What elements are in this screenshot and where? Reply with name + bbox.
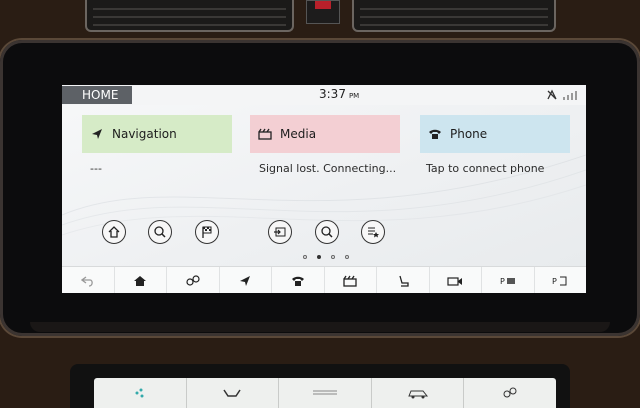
- clock: 3:37 PM: [319, 87, 359, 101]
- media-icon: [343, 275, 357, 287]
- nav-home-destination-button[interactable]: [102, 220, 126, 244]
- page-dot[interactable]: [331, 255, 335, 259]
- connect-button[interactable]: [167, 267, 220, 293]
- fan-icon[interactable]: [94, 378, 187, 408]
- parking-button[interactable]: P: [535, 267, 587, 293]
- checkered-flag-icon: [202, 226, 212, 238]
- seat-heat-icon[interactable]: [187, 378, 280, 408]
- home-button[interactable]: [115, 267, 167, 293]
- profile-icon: P: [500, 277, 515, 286]
- navigation-title: Navigation: [112, 127, 177, 141]
- vehicle-icon[interactable]: [372, 378, 465, 408]
- source-input-icon: [274, 227, 286, 237]
- media-search-button[interactable]: [315, 220, 339, 244]
- clapperboard-icon: [256, 125, 274, 143]
- clock-time: 3:37: [319, 87, 346, 101]
- hazard-button: [306, 0, 340, 24]
- page-dot[interactable]: [303, 255, 307, 259]
- back-icon: [80, 275, 93, 287]
- no-signal-icon: [547, 89, 557, 100]
- nav-search-button[interactable]: [148, 220, 172, 244]
- navigation-button[interactable]: [220, 267, 272, 293]
- phone-title: Phone: [450, 127, 488, 141]
- favorites-list-icon: [368, 227, 379, 238]
- phone-button[interactable]: [272, 267, 325, 293]
- page-dot-active[interactable]: [317, 255, 321, 259]
- page-dot[interactable]: [345, 255, 349, 259]
- signal-strength-icon: [563, 91, 577, 100]
- nav-destinations-button[interactable]: [195, 220, 219, 244]
- navigation-card[interactable]: Navigation: [82, 115, 232, 153]
- parking-icon: P: [552, 276, 567, 286]
- seat-button[interactable]: [377, 267, 430, 293]
- phone-icon: [291, 276, 304, 286]
- bottom-toolbar: P P: [62, 266, 586, 293]
- media-card[interactable]: Media: [250, 115, 400, 153]
- back-button[interactable]: [62, 267, 115, 293]
- climate-touch-strip: [94, 378, 556, 408]
- media-source-button[interactable]: [268, 220, 292, 244]
- media-button[interactable]: [325, 267, 377, 293]
- page-indicator: [303, 255, 349, 259]
- phone-card[interactable]: Phone: [420, 115, 570, 153]
- right-air-vent: [352, 0, 556, 32]
- navigation-arrow-icon: [88, 125, 106, 143]
- home-destination-icon: [108, 226, 120, 238]
- seat-icon: [399, 275, 409, 287]
- media-title: Media: [280, 127, 317, 141]
- phone-icon: [426, 125, 444, 143]
- search-icon: [321, 226, 333, 238]
- home-tab[interactable]: HOME: [62, 86, 132, 104]
- left-air-vent: [85, 0, 294, 32]
- svg-text:P: P: [500, 277, 505, 286]
- media-subtitle: Signal lost. Connecting...: [259, 162, 397, 175]
- phone-subtitle: Tap to connect phone: [426, 162, 545, 175]
- connect-icon: [186, 274, 200, 286]
- svg-text:P: P: [552, 277, 557, 286]
- navigation-subtitle: ---: [90, 162, 102, 175]
- infotainment-screen: HOME 3:37 PM Navigation --- Media Signal …: [62, 85, 586, 293]
- profile-button[interactable]: P: [482, 267, 535, 293]
- camera-icon: [447, 276, 463, 286]
- clock-ampm: PM: [348, 92, 360, 100]
- media-favorites-button[interactable]: [361, 220, 385, 244]
- home-icon: [134, 275, 147, 286]
- navigation-icon: [240, 275, 251, 286]
- defrost-icon[interactable]: [279, 378, 372, 408]
- status-icons: [546, 89, 578, 101]
- settings-icon[interactable]: [464, 378, 556, 408]
- search-icon: [154, 226, 166, 238]
- bezel-lip: [30, 322, 610, 332]
- status-bar: HOME 3:37 PM: [62, 85, 586, 105]
- camera-button[interactable]: [430, 267, 482, 293]
